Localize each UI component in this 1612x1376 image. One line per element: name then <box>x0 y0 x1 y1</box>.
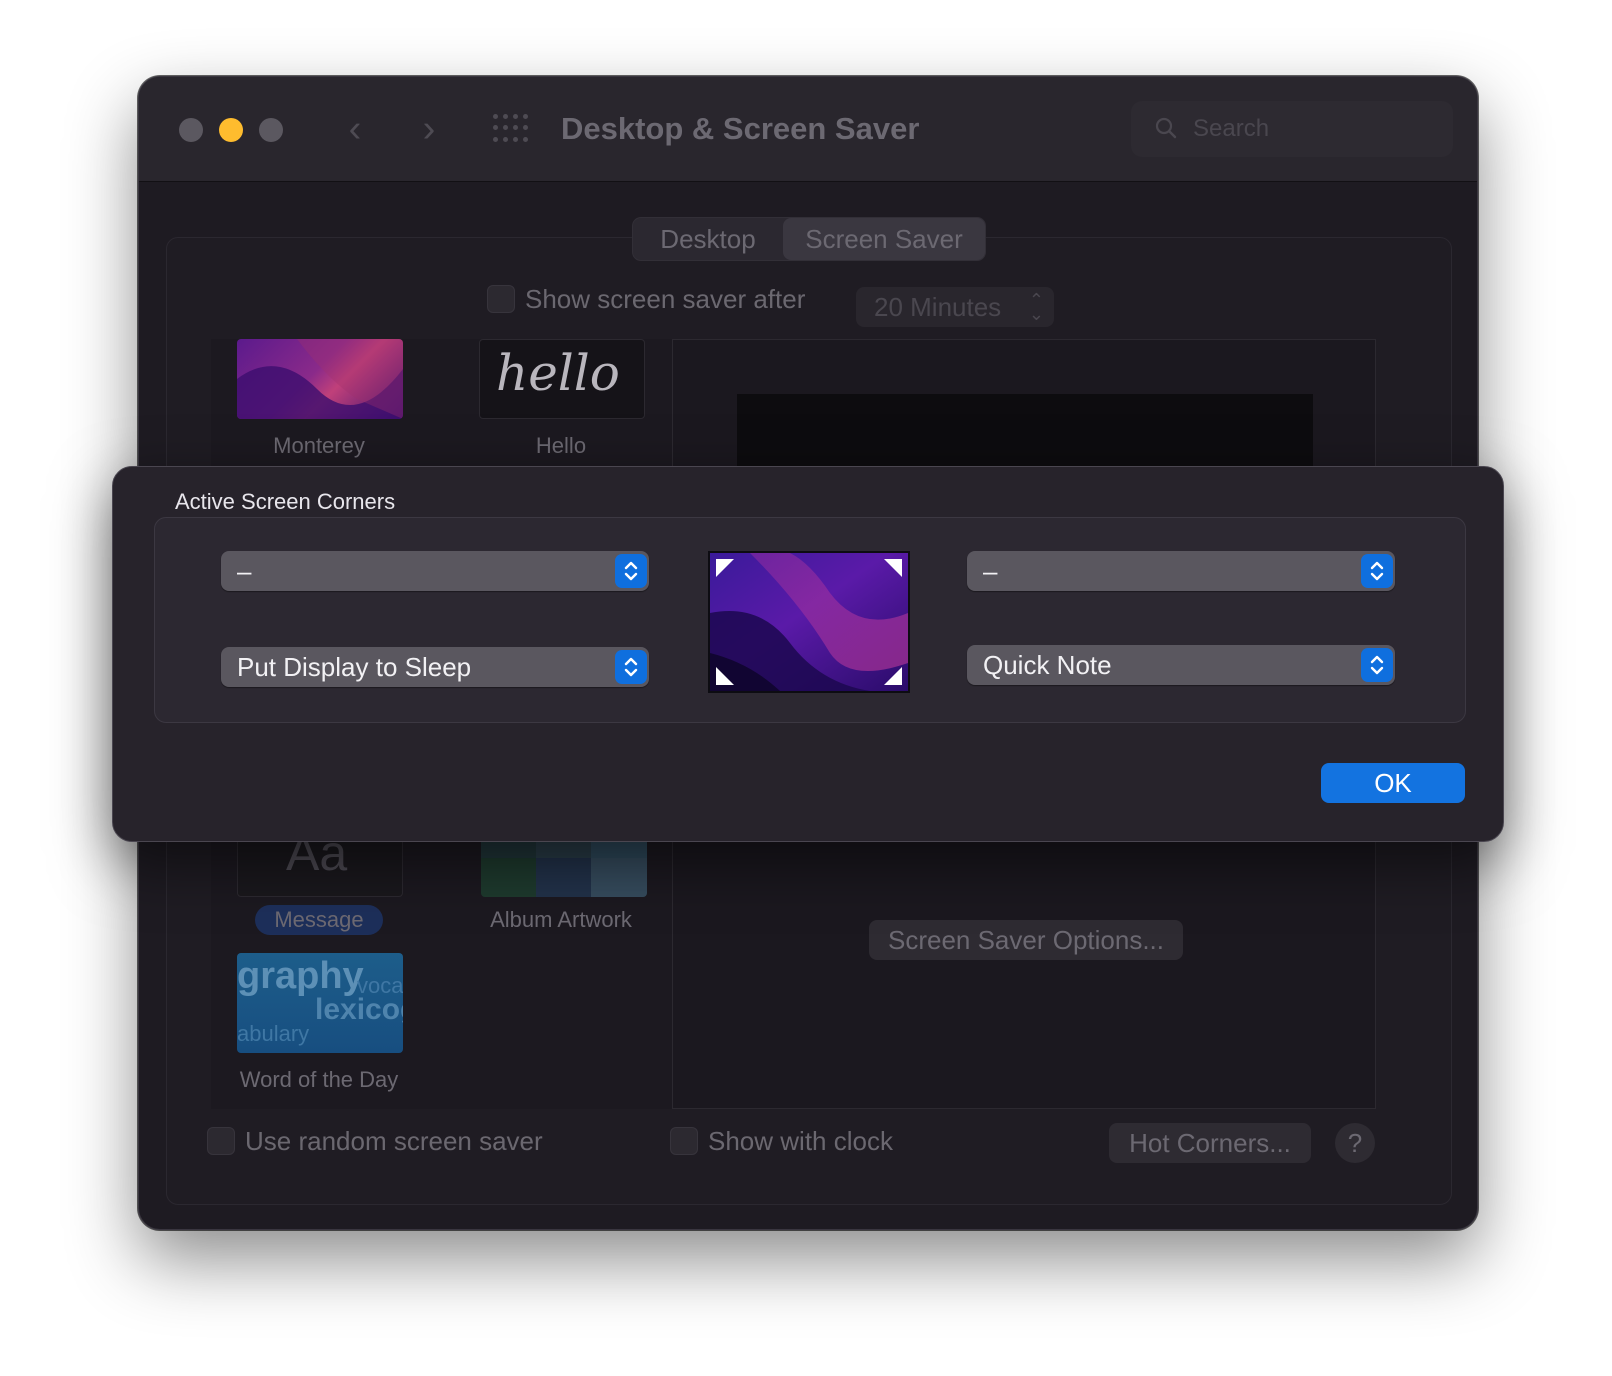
bottom-left-corner-popup[interactable]: Put Display to Sleep <box>221 647 649 687</box>
chevron-updown-icon <box>1361 554 1393 588</box>
chevron-updown-icon: ⌃ ⌄ <box>1028 290 1044 324</box>
show-clock-checkbox[interactable] <box>670 1127 698 1155</box>
forward-arrow-icon[interactable]: › <box>409 107 449 151</box>
tab-desktop[interactable]: Desktop <box>633 218 783 260</box>
random-saver-label: Use random screen saver <box>245 1126 543 1156</box>
tab-control: Desktop Screen Saver <box>632 217 986 261</box>
show-clock-label: Show with clock <box>708 1126 893 1156</box>
saver-label-word-of-the-day: Word of the Day <box>239 1067 399 1092</box>
tab-screen-saver[interactable]: Screen Saver <box>783 218 985 260</box>
bottom-right-corner-value: Quick Note <box>983 650 1112 680</box>
close-button[interactable] <box>179 118 203 142</box>
hot-corners-sheet: Active Screen Corners – Put Display to S… <box>112 466 1504 842</box>
screen-saver-options-button[interactable]: Screen Saver Options... <box>869 920 1183 960</box>
ok-button[interactable]: OK <box>1321 763 1465 803</box>
top-left-corner-popup[interactable]: – <box>221 551 649 591</box>
saver-label-album-artwork: Album Artwork <box>490 907 632 932</box>
bottom-left-corner-value: Put Display to Sleep <box>237 652 472 682</box>
show-after-checkbox[interactable] <box>487 285 515 313</box>
sheet-title: Active Screen Corners <box>175 489 396 514</box>
search-placeholder: Search <box>1193 115 1270 142</box>
saver-thumb-hello[interactable]: hello <box>479 339 645 419</box>
saver-thumb-monterey[interactable] <box>237 339 403 419</box>
zoom-button[interactable] <box>259 118 283 142</box>
saver-label-message: Message <box>274 907 364 932</box>
show-after-label: Show screen saver after <box>525 284 806 314</box>
hot-corners-button[interactable]: Hot Corners... <box>1109 1123 1311 1163</box>
chevron-updown-icon <box>615 650 647 684</box>
back-arrow-icon[interactable]: ‹ <box>335 107 375 151</box>
window-title: Desktop & Screen Saver <box>561 111 920 146</box>
top-left-corner-value: – <box>237 556 252 586</box>
random-saver-checkbox[interactable] <box>207 1127 235 1155</box>
show-after-popup[interactable]: 20 Minutes ⌃ ⌄ <box>856 287 1054 327</box>
help-button[interactable]: ? <box>1335 1123 1375 1163</box>
bottom-right-corner-popup[interactable]: Quick Note <box>967 645 1395 685</box>
minimize-button[interactable] <box>219 118 243 142</box>
hello-thumb-text: hello <box>496 344 620 402</box>
show-all-grid-icon[interactable] <box>493 114 528 144</box>
saver-label-monterey: Monterey <box>273 433 365 458</box>
title-bar: ‹ › Desktop & Screen Saver Search <box>139 77 1477 182</box>
word-thumb-text-4: abulary <box>237 1021 310 1046</box>
word-thumb-text-1: graphy <box>237 955 364 997</box>
search-field[interactable]: Search <box>1131 101 1453 157</box>
corners-desktop-preview <box>708 551 910 693</box>
chevron-updown-icon <box>1361 648 1393 682</box>
saver-thumb-word-of-the-day[interactable]: graphy voca lexicog abulary <box>237 953 403 1053</box>
preview-screen <box>737 394 1313 474</box>
chevron-updown-icon <box>615 554 647 588</box>
saver-label-hello: Hello <box>535 433 587 458</box>
search-icon <box>1155 117 1177 139</box>
word-thumb-text-3: lexicog <box>315 993 403 1026</box>
show-after-value: 20 Minutes <box>874 292 1002 322</box>
top-right-corner-popup[interactable]: – <box>967 551 1395 591</box>
top-right-corner-value: – <box>983 556 998 586</box>
